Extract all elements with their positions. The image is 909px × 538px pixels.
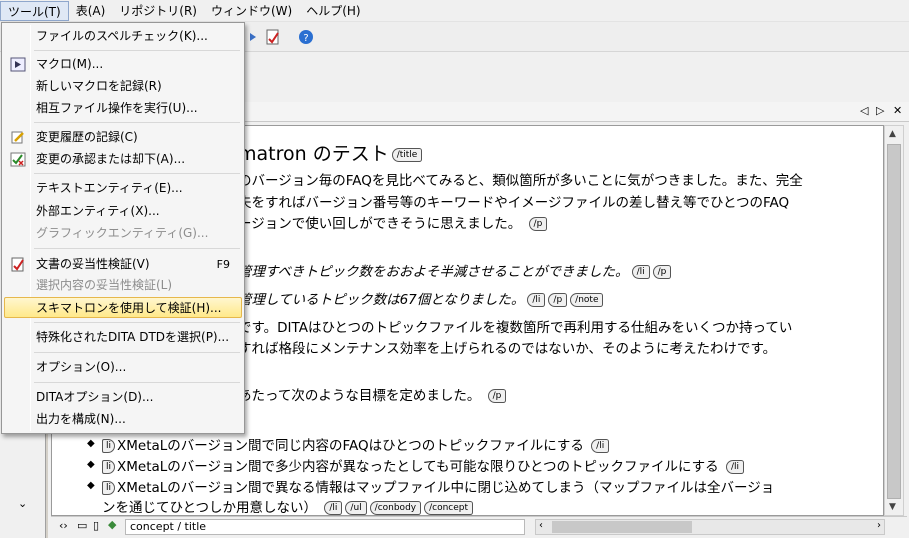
scroll-left-icon[interactable]: ‹ xyxy=(539,520,543,531)
tags-view-icon[interactable]: ‹› xyxy=(59,519,68,532)
menu-separator xyxy=(34,173,240,174)
scrollbar-thumb[interactable] xyxy=(552,521,692,533)
tag-li-close: /li xyxy=(591,439,610,453)
tag-note-close: /note xyxy=(570,293,604,307)
menu-item-options[interactable]: オプション(O)... xyxy=(4,357,242,378)
menu-tools[interactable]: ツール(T) xyxy=(0,0,69,21)
status-bar: ‹› ▭ ▯ ◆ concept / title ‹ › xyxy=(51,516,907,536)
tag-p-close: /p xyxy=(487,389,507,403)
bullet-icon: ◆ xyxy=(87,480,95,491)
menu-item-macro[interactable]: マクロ(M)... xyxy=(4,54,242,75)
horizontal-scrollbar[interactable]: ‹ › xyxy=(535,519,885,535)
tag-concept-close: /concept xyxy=(424,501,474,515)
para-2-line-1: です。DITAはひとつのトピックファイルを複数箇所で再利用する仕組みをいくつか持… xyxy=(238,320,793,336)
help-icon[interactable]: ? xyxy=(296,27,316,47)
scrollbar-thumb[interactable] xyxy=(887,144,901,499)
tag-ul-close: /ul xyxy=(345,501,367,515)
doc-title: matron のテスト/title xyxy=(238,139,423,166)
vertical-scrollbar[interactable]: ▲ ▼ xyxy=(884,125,904,516)
menu-item-dita-options[interactable]: DITAオプション(D)... xyxy=(4,387,242,408)
validate-document-icon xyxy=(10,257,26,272)
note-2: 管理しているトピック数は67個となりました。/li/p/note xyxy=(238,288,604,308)
list-item-line-1: li XMetaLのバージョン間で異なる情報はマップファイル中に閉じ込めてしまう（… xyxy=(102,476,774,496)
para-1-line-1: のバージョン毎のFAQを見比べてみると、類似箇所が多いことに気がつきました。また… xyxy=(238,173,803,189)
tag-title-close: /title xyxy=(391,147,423,162)
element-path: concept / title xyxy=(125,519,525,535)
normal-view-icon[interactable]: ▭ xyxy=(77,519,87,532)
para-1-line-2: 夫をすればバージョン番号等のキーワードやイメージファイルの差し替え等でひとつのF… xyxy=(238,195,790,211)
scroll-right-icon[interactable]: ▷ xyxy=(876,104,884,117)
para-2-line-2: すれば格段にメンテナンス効率を上げられるのではないか、そのように考えたわけです。 xyxy=(238,341,777,357)
arrow-right-icon[interactable] xyxy=(243,27,263,47)
tag-li-open: li xyxy=(102,481,116,495)
menu-item-validate-document[interactable]: 文書の妥当性検証(V) F9 xyxy=(4,254,242,275)
accept-reject-icon xyxy=(10,152,26,167)
menu-item-text-entity[interactable]: テキストエンティティ(E)... xyxy=(4,178,242,199)
menu-item-accept-reject[interactable]: 変更の承認または却下(A)... xyxy=(4,149,242,170)
menu-separator xyxy=(34,248,240,249)
menu-item-configure-output[interactable]: 出力を構成(N)... xyxy=(4,409,242,430)
chevron-down-icon[interactable]: ⌄ xyxy=(18,497,27,510)
menu-separator xyxy=(34,50,240,51)
note-1: 管理すべきトピック数をおおよそ半減させることができました。/li/p xyxy=(238,260,672,280)
list-item-line-2: ンを通じてひとつしか用意しない） /li/ul/conbody/concept xyxy=(102,496,474,515)
menu-item-select-dita-dtd[interactable]: 特殊化されたDITA DTDを選択(P)... xyxy=(4,327,242,348)
menu-item-graphic-entity: グラフィックエンティティ(G)... xyxy=(36,226,209,240)
tag-li-close: /li xyxy=(725,460,744,474)
menu-window[interactable]: ウィンドウ(W) xyxy=(204,1,299,21)
scroll-right-icon[interactable]: › xyxy=(877,520,881,531)
menu-help[interactable]: ヘルプ(H) xyxy=(299,1,367,21)
menubar: ツール(T) 表(A) リポジトリ(R) ウィンドウ(W) ヘルプ(H) xyxy=(0,0,909,22)
menu-item-record-macro[interactable]: 新しいマクロを記録(R) xyxy=(4,76,242,97)
track-changes-icon xyxy=(10,130,26,145)
menu-item-spellcheck[interactable]: ファイルのスペルチェック(K)... xyxy=(4,26,242,47)
para-1-line-3: ージョンで使い回しができそうに思えました。 /p xyxy=(238,212,548,232)
menu-separator xyxy=(34,352,240,353)
list-item: li XMetaLのバージョン間で多少内容が異なったとしても可能な限りひとつのトピ… xyxy=(102,455,744,475)
tag-p-close: /p xyxy=(528,217,548,231)
tag-li-close: /li xyxy=(631,265,650,279)
element-icon: ◆ xyxy=(108,518,117,531)
close-icon[interactable]: ✕ xyxy=(893,104,902,117)
tag-p-close: /p xyxy=(652,265,672,279)
tag-li-close: /li xyxy=(324,501,343,515)
menu-repository[interactable]: リポジトリ(R) xyxy=(112,1,204,21)
menu-table[interactable]: 表(A) xyxy=(69,1,113,21)
page-view-icon[interactable]: ▯ xyxy=(93,519,99,532)
scroll-up-icon[interactable]: ▲ xyxy=(889,129,896,139)
play-macro-icon xyxy=(10,57,26,72)
menu-item-track-changes[interactable]: 変更履歴の記録(C) xyxy=(4,127,242,148)
menu-item-schematron-validate[interactable]: スキマトロンを使用して検証(H)... xyxy=(4,297,242,318)
tag-li-close: /li xyxy=(527,293,546,307)
tag-li-open: li xyxy=(102,439,116,453)
menu-item-cross-file[interactable]: 相互ファイル操作を実行(U)... xyxy=(4,98,242,119)
para-3: あたって次のような目標を定めました。 /p xyxy=(238,384,507,404)
scroll-down-icon[interactable]: ▼ xyxy=(889,502,896,512)
menu-item-validate-selection: 選択内容の妥当性検証(L) xyxy=(36,278,173,292)
menu-separator xyxy=(34,122,240,123)
bullet-icon: ◆ xyxy=(87,459,95,470)
tag-p-close: /p xyxy=(548,293,568,307)
tag-conbody-close: /conbody xyxy=(369,501,422,515)
validate-document-icon[interactable] xyxy=(263,27,283,47)
menu-separator xyxy=(34,382,240,383)
scroll-left-icon[interactable]: ◁ xyxy=(860,104,868,117)
tag-li-open: li xyxy=(102,460,116,474)
svg-text:?: ? xyxy=(303,33,308,44)
menu-separator xyxy=(34,322,240,323)
tools-menu: ファイルのスペルチェック(K)... マクロ(M)... 新しいマクロを記録(R… xyxy=(1,22,245,434)
menu-item-external-entity[interactable]: 外部エンティティ(X)... xyxy=(4,201,242,222)
bullet-icon: ◆ xyxy=(87,438,95,449)
list-item: li XMetaLのバージョン間で同じ内容のFAQはひとつのトピックファイルにする… xyxy=(102,434,610,454)
